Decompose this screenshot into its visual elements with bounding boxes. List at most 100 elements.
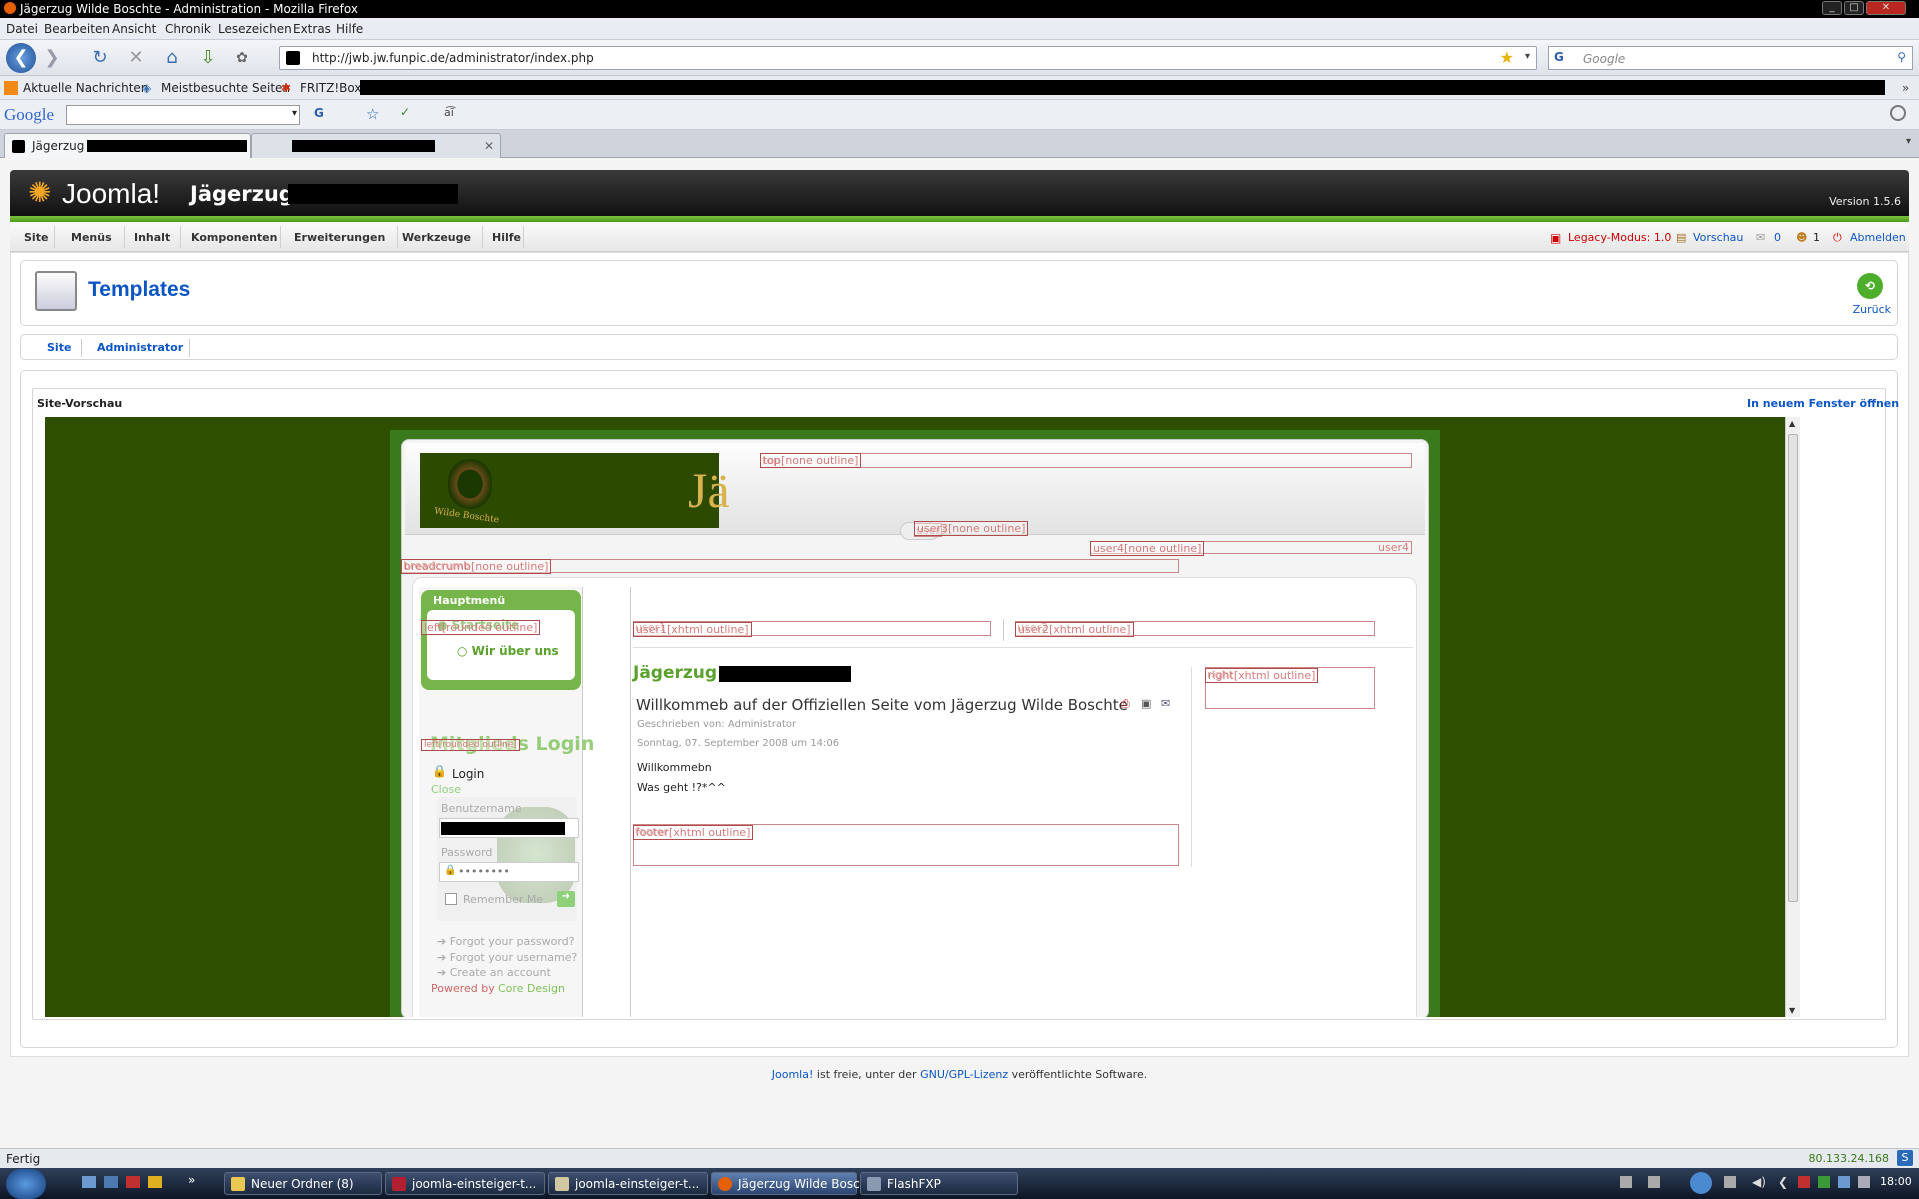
login-close-link[interactable]: Close	[431, 783, 461, 796]
core-design-link[interactable]: Core Design	[498, 982, 565, 995]
taskbar-item-firefox[interactable]: Jägerzug Wilde Bosc...	[711, 1172, 871, 1195]
google-search-input[interactable]: ▾	[66, 105, 300, 125]
submenu-site[interactable]: Site	[47, 341, 71, 354]
logout-link[interactable]: Abmelden	[1850, 231, 1906, 244]
menu-lesezeichen[interactable]: Lesezeichen	[218, 22, 292, 36]
quicklaunch-more-icon[interactable]: »	[188, 1173, 195, 1187]
version-label: Version 1.5.6	[1829, 195, 1901, 208]
toolbar-box: ⟲ Zurück	[20, 260, 1898, 326]
search-engine-icon[interactable]: G	[1554, 50, 1564, 64]
article-author: Geschrieben von: Administrator	[637, 719, 797, 730]
tray-security-icon[interactable]	[1818, 1176, 1830, 1188]
back-icon[interactable]: ❮	[6, 43, 36, 73]
smart-bookmark-icon: ◈	[142, 81, 152, 95]
spellcheck-icon[interactable]: ✓	[400, 105, 410, 119]
menu-site[interactable]: Site	[24, 231, 48, 244]
menu-chronik[interactable]: Chronik	[165, 22, 211, 36]
submenu-administrator[interactable]: Administrator	[97, 341, 183, 354]
url-dropdown-icon[interactable]: ▾	[1525, 51, 1530, 62]
quicklaunch-media-icon[interactable]	[148, 1176, 162, 1188]
tab-inactive[interactable]: ✕	[251, 133, 501, 158]
url-bar[interactable]: http://jwb.jw.funpic.de/administrator/in…	[279, 46, 1537, 70]
site-preview[interactable]: Wilde Boschte Jä top top[none outline] u…	[45, 417, 1785, 1017]
bookmark-fritzbox[interactable]: FRITZ!Box	[300, 81, 361, 95]
email-icon[interactable]: ✉	[1161, 697, 1170, 710]
tray-sound-icon[interactable]	[1858, 1176, 1870, 1188]
quicklaunch-desktop-icon[interactable]	[82, 1176, 96, 1188]
close-button[interactable]: ✕	[1866, 1, 1906, 15]
menu-ansicht[interactable]: Ansicht	[112, 22, 156, 36]
username-input[interactable]	[439, 818, 579, 838]
preview-scrollbar[interactable]: ▲ ▼	[1785, 417, 1800, 1017]
remember-checkbox[interactable]	[445, 893, 457, 905]
bookmark-aktuelle-nachrichten[interactable]: Aktuelle Nachrichten	[23, 81, 148, 95]
tray-clock[interactable]: 18:00	[1880, 1175, 1912, 1188]
minimize-button[interactable]: _	[1822, 1, 1842, 15]
addon-icon[interactable]: ✿	[230, 46, 254, 70]
tab-active[interactable]: Jägerzug	[4, 133, 251, 158]
maximize-button[interactable]: □	[1844, 1, 1864, 15]
scroll-thumb[interactable]	[1788, 434, 1798, 902]
menu-extras[interactable]: Extras	[293, 22, 331, 36]
scroll-up-icon[interactable]: ▲	[1789, 419, 1795, 428]
tray-app-icon[interactable]	[1798, 1176, 1810, 1188]
translate-icon[interactable]: a͡ī	[444, 106, 454, 119]
forgot-password-link[interactable]: ➔ Forgot your password?	[437, 935, 575, 948]
search-bar[interactable]: G Google ⚲	[1548, 46, 1913, 70]
more-bookmarks-icon[interactable]: »	[1902, 81, 1909, 95]
taskbar-item-doc-1[interactable]: joomla-einsteiger-t...	[385, 1172, 545, 1195]
tab-list-icon[interactable]: ▾	[1906, 136, 1911, 147]
menu-hilfe-admin[interactable]: Hilfe	[492, 231, 521, 244]
scroll-down-icon[interactable]: ▼	[1789, 1006, 1795, 1015]
menu-inhalt[interactable]: Inhalt	[134, 231, 170, 244]
menu-werkzeuge[interactable]: Werkzeuge	[402, 231, 471, 244]
pdf-icon[interactable]: ⎙	[1121, 697, 1130, 711]
tray-media-play-icon[interactable]	[1690, 1172, 1712, 1194]
download-icon[interactable]: ⇩	[196, 46, 220, 70]
footer-license-link[interactable]: GNU/GPL-Lizenz	[920, 1068, 1008, 1081]
preview-link[interactable]: Vorschau	[1693, 231, 1743, 244]
skype-icon[interactable]: S	[1897, 1150, 1913, 1166]
forgot-username-link[interactable]: ➔ Forgot your username?	[437, 951, 577, 964]
footer-joomla-link[interactable]: Joomla!	[772, 1068, 814, 1081]
taskbar-item-flashfxp[interactable]: FlashFXP	[860, 1172, 1018, 1195]
start-button[interactable]	[6, 1169, 46, 1199]
tray-network-icon[interactable]	[1838, 1176, 1850, 1188]
mainmenu-item-wir-ueber-uns[interactable]: ○ Wir über uns	[457, 644, 559, 658]
reload-icon[interactable]: ↻	[88, 46, 112, 70]
back-arrow-icon[interactable]: ⟲	[1857, 273, 1883, 299]
create-account-link[interactable]: ➔ Create an account	[437, 966, 551, 979]
password-input[interactable]: 🔒 ••••••••	[439, 862, 579, 882]
home-icon[interactable]: ⌂	[160, 46, 184, 70]
menu-datei[interactable]: Datei	[6, 22, 38, 36]
tab-close-icon[interactable]: ✕	[484, 139, 494, 153]
logout-icon: ⏻	[1833, 231, 1842, 244]
print-icon[interactable]: ▣	[1141, 697, 1151, 710]
bookmark-star-icon[interactable]: ☆	[366, 105, 379, 123]
open-new-window-link[interactable]: In neuem Fenster öffnen	[1747, 397, 1899, 410]
taskbar-item-folder[interactable]: Neuer Ordner (8)	[224, 1172, 382, 1195]
back-link[interactable]: Zurück	[1853, 303, 1891, 316]
tray-media-stop-icon[interactable]	[1620, 1176, 1632, 1188]
messages-count[interactable]: 0	[1774, 231, 1781, 244]
quicklaunch-explorer-icon[interactable]	[104, 1176, 118, 1188]
tray-expand-icon[interactable]: ❮	[1778, 1175, 1788, 1189]
menu-komponenten[interactable]: Komponenten	[191, 231, 277, 244]
tray-media-next-icon[interactable]	[1724, 1176, 1736, 1188]
quicklaunch-app-icon[interactable]	[126, 1176, 140, 1188]
google-search-icon[interactable]: G	[314, 106, 324, 120]
settings-icon[interactable]	[1890, 105, 1906, 121]
stop-icon[interactable]: ✕	[124, 46, 148, 70]
menu-erweiterungen[interactable]: Erweiterungen	[294, 231, 385, 244]
menu-menues[interactable]: Menüs	[71, 231, 112, 244]
taskbar-item-doc-2[interactable]: joomla-einsteiger-t...	[548, 1172, 708, 1195]
login-submit-button[interactable]: ➜	[557, 891, 575, 907]
search-icon[interactable]: ⚲	[1897, 50, 1906, 64]
menu-bearbeiten[interactable]: Bearbeiten	[44, 22, 110, 36]
forward-icon[interactable]: ❯	[40, 46, 64, 70]
menu-hilfe[interactable]: Hilfe	[336, 22, 363, 36]
bookmark-star-icon[interactable]: ★	[1500, 48, 1514, 67]
tray-volume-icon[interactable]: ◀)	[1752, 1175, 1766, 1189]
bookmark-meistbesuchte-seiten[interactable]: Meistbesuchte Seiten	[161, 81, 290, 95]
tray-media-prev-icon[interactable]	[1648, 1176, 1660, 1188]
